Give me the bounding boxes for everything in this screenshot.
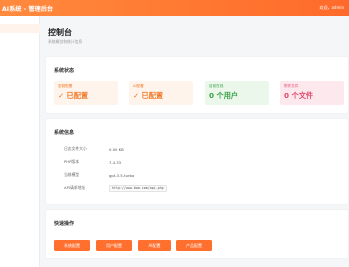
stat-value: 0 个用户 [209,91,239,100]
top-bar: AI系统 - 管理后台 欢迎，admin [0,0,349,16]
api-url-value: http://www.bwa.com/api.php [109,184,167,192]
info-value: 0.00 KB [109,146,124,152]
section-title: 系统信息 [54,130,75,136]
section-title: 系统状态 [54,68,75,74]
info-row: 当前模型 gpt-3.5-turbo [64,171,134,179]
system-status-card: 系统状态 密钥配置 ✓ 已配置 AI配置 ✓ 已配置 目前在线 0 个用户 附件… [46,57,348,113]
info-row: 日志文件大小 0.00 KB [64,145,124,153]
user-config-button[interactable]: 用户配置 [96,240,132,251]
system-config-button[interactable]: 系统配置 [54,240,90,251]
system-info-card: 系统信息 日志文件大小 0.00 KB PHP版本 7.4.33 当前模型 gp… [46,119,348,204]
section-title: 快速操作 [54,221,75,227]
product-config-button[interactable]: 产品配置 [176,240,212,251]
info-value: 7.4.33 [109,159,122,165]
stat-attachments: 附件文件 0 个文件 [280,81,344,105]
info-key: API请求地址 [64,185,86,190]
stat-label: 目前在线 [209,84,224,88]
app-title: AI系统 - 管理后台 [2,5,54,13]
sidebar [0,16,40,267]
stat-label: AI配置 [133,84,144,88]
info-key: PHP版本 [64,159,80,164]
page-subtitle: 系统概览和统计信息 [48,39,83,44]
info-row: API请求地址 http://www.bwa.com/api.php [64,184,167,192]
ai-config-button[interactable]: AI配置 [138,240,171,251]
info-value: gpt-3.5-turbo [109,172,135,178]
info-key: 日志文件大小 [64,146,87,151]
info-row: PHP版本 7.4.33 [64,158,121,166]
stat-label: 密钥配置 [58,84,73,88]
page-title: 控制台 [48,28,72,37]
stat-ai-config: AI配置 ✓ 已配置 [129,81,193,105]
stat-value: ✓ 已配置 [58,91,89,100]
stat-online-users: 目前在线 0 个用户 [205,81,269,105]
user-greeting[interactable]: 欢迎，admin [319,5,344,11]
sidebar-item-dashboard[interactable] [0,24,40,33]
stat-key-config: 密钥配置 ✓ 已配置 [54,81,118,105]
stat-label: 附件文件 [284,84,299,88]
stat-value: 0 个文件 [284,91,314,100]
main-content: 控制台 系统概览和统计信息 系统状态 密钥配置 ✓ 已配置 AI配置 ✓ 已配置… [40,16,349,267]
quick-actions-card: 快速操作 系统配置 用户配置 AI配置 产品配置 [46,210,348,258]
info-key: 当前模型 [64,172,80,177]
stat-value: ✓ 已配置 [133,91,164,100]
